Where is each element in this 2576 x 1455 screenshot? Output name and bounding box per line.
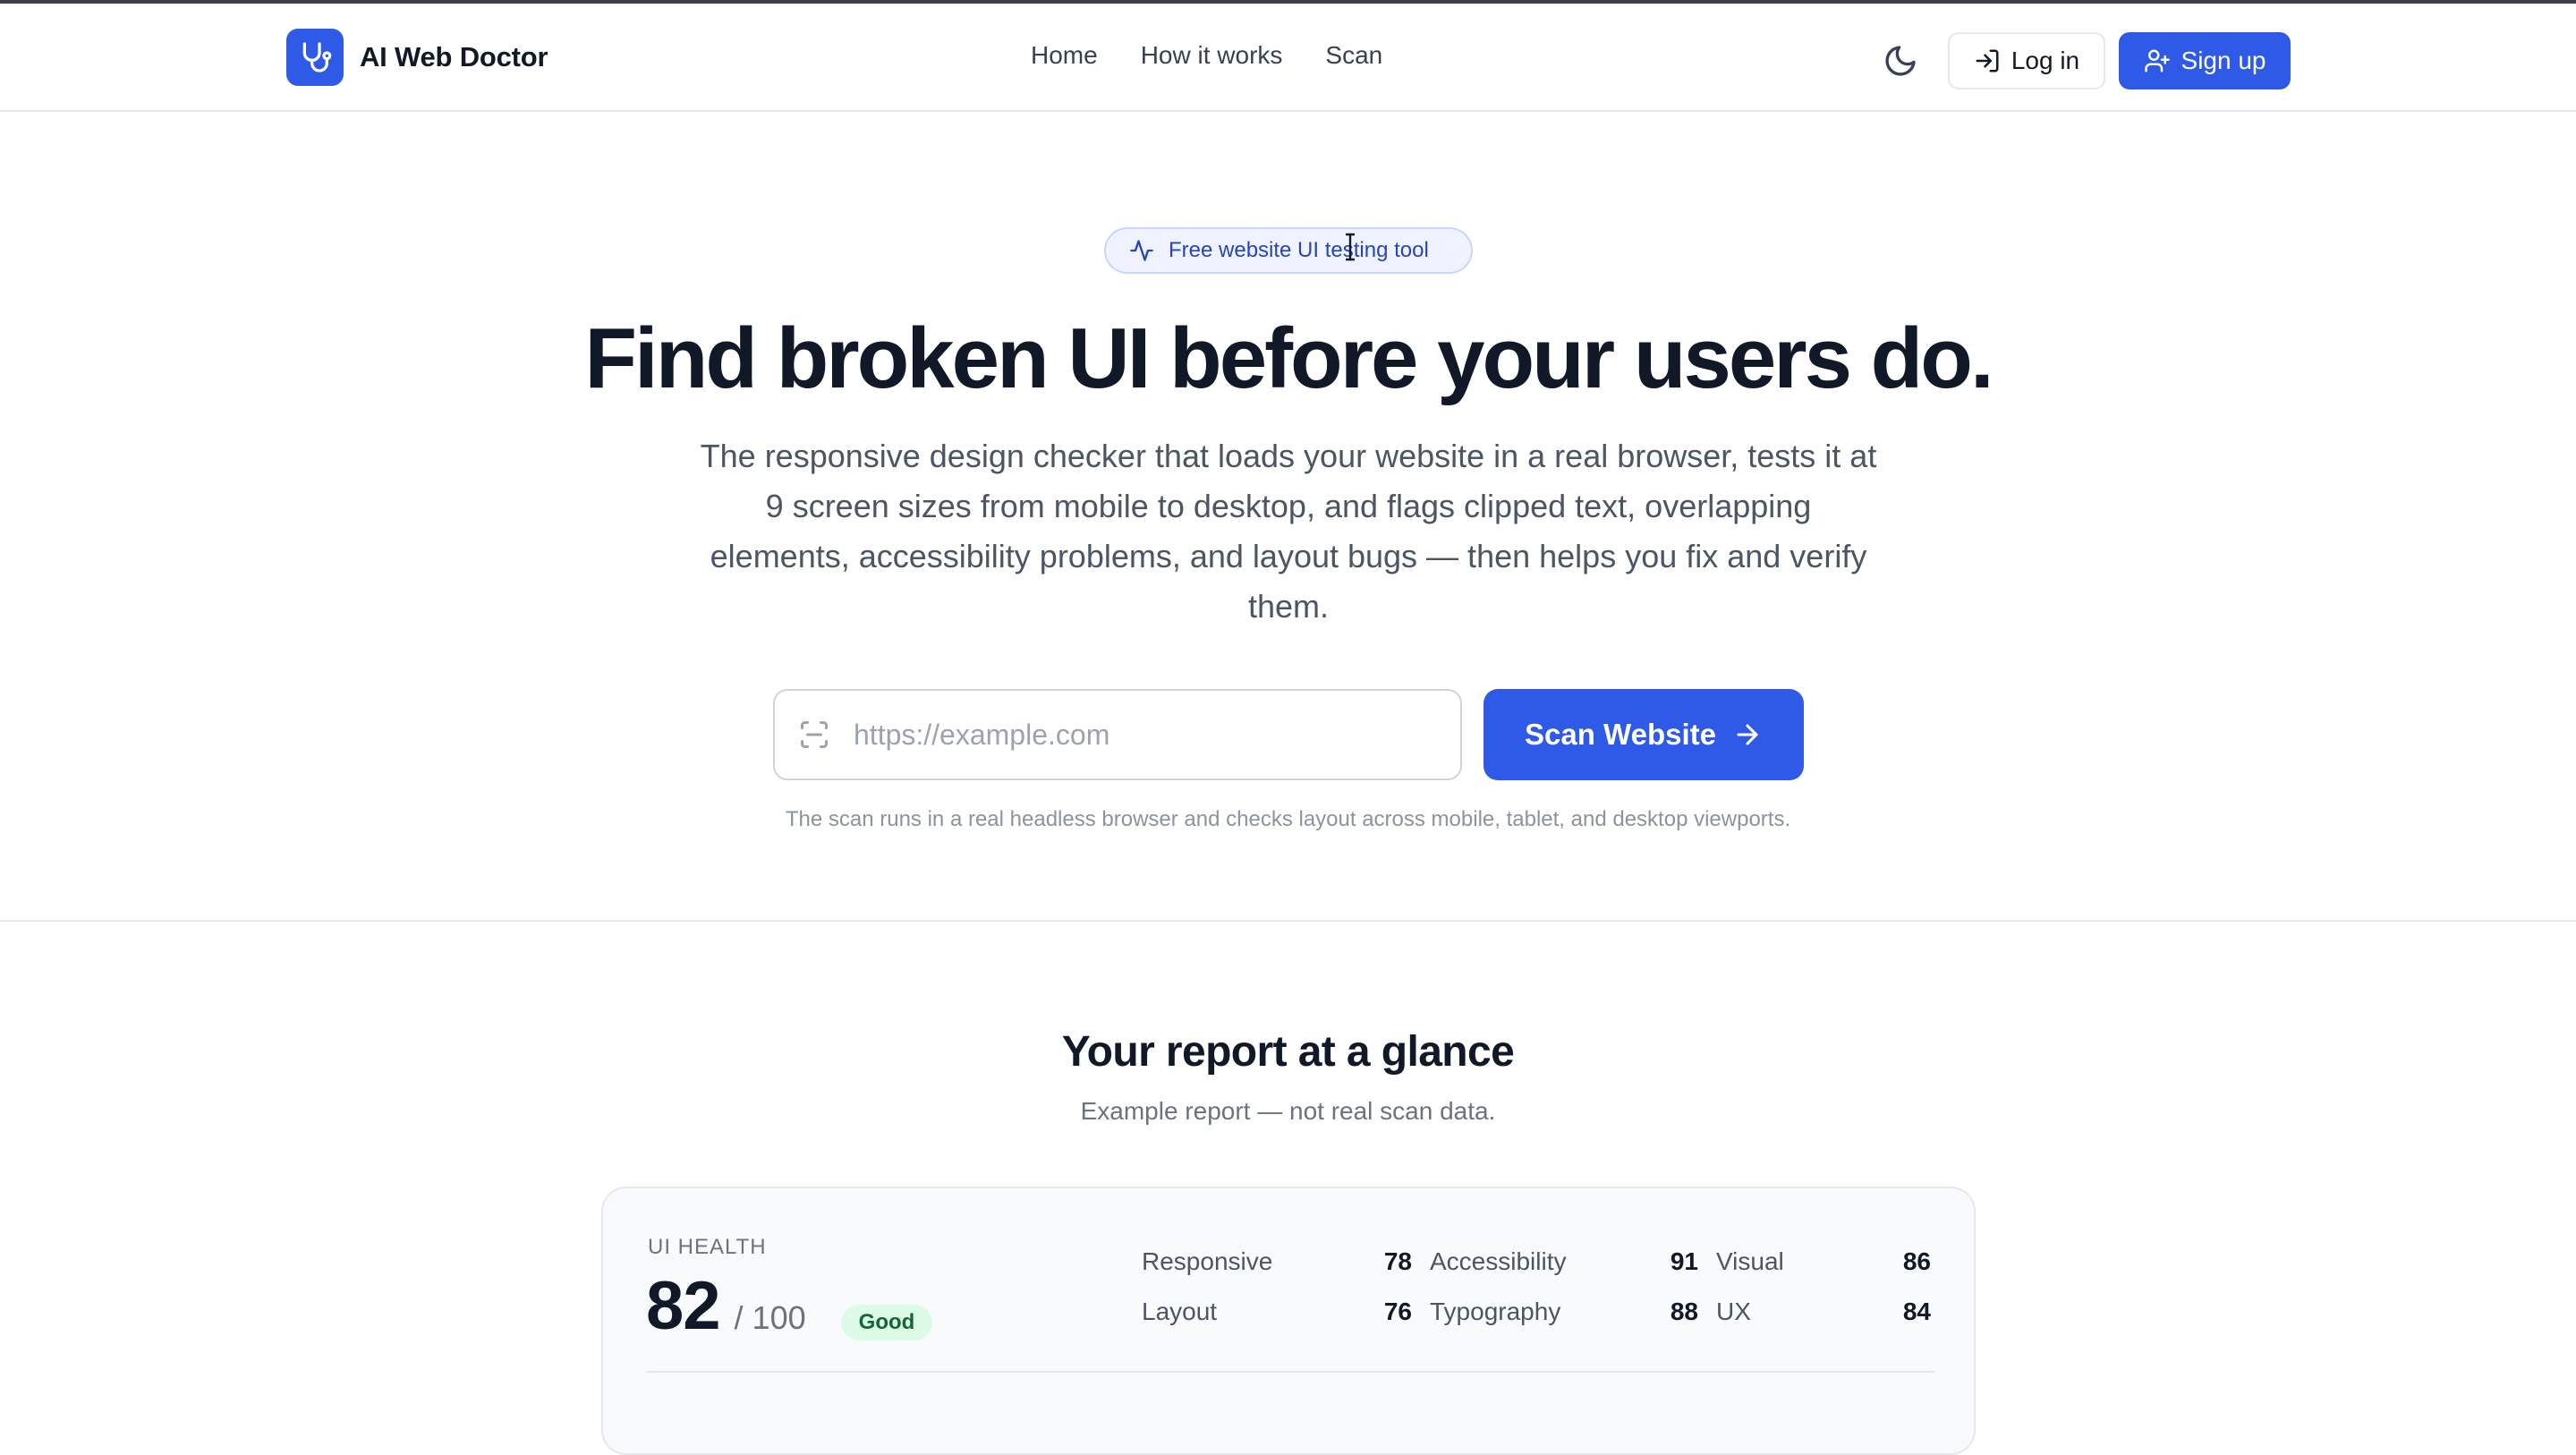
score-value: 82	[646, 1268, 721, 1344]
hero-subtitle: The responsive design checker that loads…	[700, 438, 1877, 625]
report-card: UI HEALTH 82 / 100 Good Responsive 78 Ac…	[601, 1187, 1976, 1455]
metric-value: 91	[1670, 1247, 1698, 1275]
metric-label: Typography	[1430, 1298, 1561, 1325]
metric-label: Visual	[1716, 1247, 1784, 1275]
report-title: Your report at a glance	[1061, 1028, 1515, 1076]
main-nav: Home How it works Scan	[1031, 41, 1382, 70]
brand[interactable]: AI Web Doctor	[286, 29, 548, 86]
arrow-right-icon	[1737, 724, 1758, 745]
nav-scan[interactable]: Scan	[1325, 41, 1382, 70]
text-cursor-icon	[1346, 233, 1355, 261]
moon-icon[interactable]	[1883, 43, 1918, 79]
metric-label: Layout	[1142, 1298, 1218, 1325]
signup-label: Sign up	[2181, 47, 2266, 74]
metric-value: 76	[1383, 1298, 1412, 1325]
metric-value: 86	[1902, 1247, 1931, 1275]
health-score: 82 / 100	[646, 1267, 806, 1345]
feature-pill: Free website UI testing tool	[1104, 227, 1473, 274]
ui-health-label: UI HEALTH	[648, 1235, 767, 1259]
user-plus-icon	[2144, 49, 2170, 72]
nav-how-it-works[interactable]: How it works	[1141, 41, 1283, 70]
brand-name: AI Web Doctor	[360, 41, 548, 72]
hero-section: Free website UI testing tool Find broken…	[0, 113, 2576, 922]
activity-icon	[1130, 240, 1153, 261]
metric-value: 78	[1383, 1247, 1412, 1275]
status-badge: Good	[841, 1305, 932, 1340]
login-button[interactable]: Log in	[1948, 32, 2105, 89]
login-label: Log in	[2011, 47, 2080, 74]
signup-button[interactable]: Sign up	[2119, 32, 2291, 89]
log-in-icon	[1976, 49, 1999, 72]
scan-website-button[interactable]: Scan Website	[1484, 689, 1804, 780]
card-divider	[646, 1371, 1934, 1373]
metric-label: Accessibility	[1430, 1247, 1567, 1275]
report-subtitle: Example report — not real scan data.	[1080, 1097, 1496, 1125]
nav-home[interactable]: Home	[1031, 41, 1098, 70]
metric-label: Responsive	[1142, 1247, 1273, 1275]
metric-value: 88	[1670, 1298, 1698, 1325]
scan-note: The scan runs in a real headless browser…	[785, 807, 1791, 831]
pill-label: Free website UI testing tool	[1169, 238, 1429, 262]
metric-label: UX	[1716, 1298, 1751, 1325]
url-input[interactable]	[854, 718, 1426, 752]
site-header: AI Web Doctor Home How it works Scan Log…	[0, 4, 2576, 112]
scan-button-label: Scan Website	[1525, 718, 1716, 751]
url-field[interactable]	[773, 689, 1462, 780]
score-max: / 100	[734, 1299, 806, 1336]
stethoscope-icon	[286, 29, 344, 86]
page-title: Find broken UI before your users do.	[584, 311, 1994, 406]
scan-icon	[801, 721, 828, 748]
metric-value: 84	[1902, 1298, 1931, 1325]
